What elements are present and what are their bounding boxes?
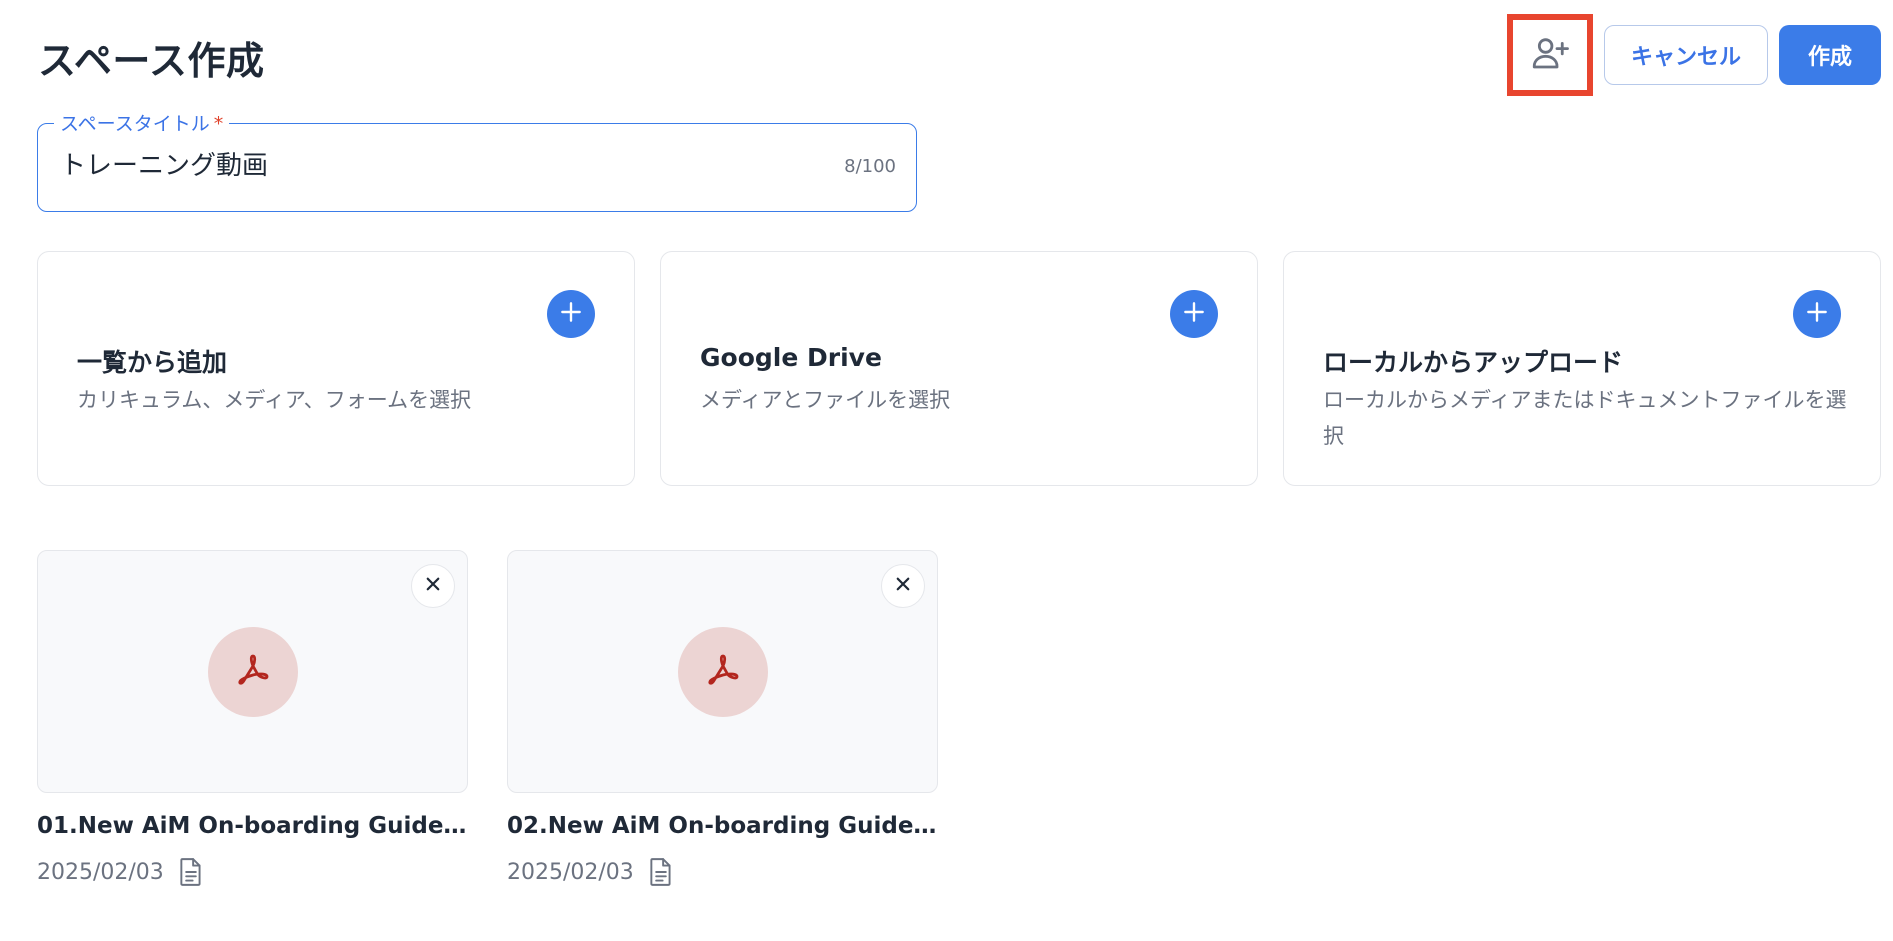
cancel-button[interactable]: キャンセル xyxy=(1603,25,1768,85)
remove-file-button[interactable] xyxy=(881,564,925,608)
add-from-list-card[interactable]: 一覧から追加 カリキュラム、メディア、フォームを選択 xyxy=(37,251,635,486)
google-drive-card[interactable]: Google Drive メディアとファイルを選択 xyxy=(660,251,1258,486)
file-item: 01.New AiM On-boarding Guide (Crea… 2025… xyxy=(37,550,468,887)
card-title: ローカルからアップロード xyxy=(1323,348,1624,377)
file-date: 2025/02/03 xyxy=(507,859,634,885)
plus-icon xyxy=(558,299,584,329)
file-name[interactable]: 02.New AiM On-boarding Guide (For … xyxy=(507,813,938,839)
card-title: 一覧から追加 xyxy=(77,348,228,377)
document-icon xyxy=(178,857,204,887)
add-user-icon xyxy=(1529,32,1571,78)
plus-icon xyxy=(1181,299,1207,329)
card-description: メディアとファイルを選択 xyxy=(700,388,951,412)
pdf-icon-badge xyxy=(208,627,298,717)
file-meta: 2025/02/03 xyxy=(37,857,468,887)
file-meta: 2025/02/03 xyxy=(507,857,938,887)
character-counter: 8/100 xyxy=(844,156,896,177)
card-description: ローカルからメディアまたはドキュメントファイルを選択 xyxy=(1323,388,1847,448)
remove-file-button[interactable] xyxy=(411,564,455,608)
space-title-input[interactable] xyxy=(60,148,820,178)
add-member-button[interactable] xyxy=(1506,14,1593,96)
file-date: 2025/02/03 xyxy=(37,859,164,885)
page-title: スペース作成 xyxy=(38,39,265,83)
add-from-google-drive-button[interactable] xyxy=(1170,290,1218,338)
space-title-label: スペースタイトル * xyxy=(54,109,230,136)
header-actions: キャンセル 作成 xyxy=(1506,14,1881,96)
card-title: Google Drive xyxy=(700,343,882,372)
add-from-list-button[interactable] xyxy=(547,290,595,338)
card-description: カリキュラム、メディア、フォームを選択 xyxy=(77,388,472,412)
close-icon xyxy=(424,575,442,597)
file-item: 02.New AiM On-boarding Guide (For … 2025… xyxy=(507,550,938,887)
file-name[interactable]: 01.New AiM On-boarding Guide (Crea… xyxy=(37,813,468,839)
space-title-field: スペースタイトル* 8/100 xyxy=(37,109,917,212)
document-icon xyxy=(648,857,674,887)
create-button[interactable]: 作成 xyxy=(1778,25,1881,85)
upload-from-local-button[interactable] xyxy=(1793,290,1841,338)
local-upload-card[interactable]: ローカルからアップロード ローカルからメディアまたはドキュメントファイルを選択 xyxy=(1283,251,1881,486)
file-thumbnail[interactable] xyxy=(507,550,938,793)
pdf-icon xyxy=(233,650,273,694)
plus-icon xyxy=(1804,299,1830,329)
file-thumbnail[interactable] xyxy=(37,550,468,793)
required-mark: * xyxy=(213,113,224,135)
close-icon xyxy=(894,575,912,597)
pdf-icon-badge xyxy=(678,627,768,717)
pdf-icon xyxy=(703,650,743,694)
